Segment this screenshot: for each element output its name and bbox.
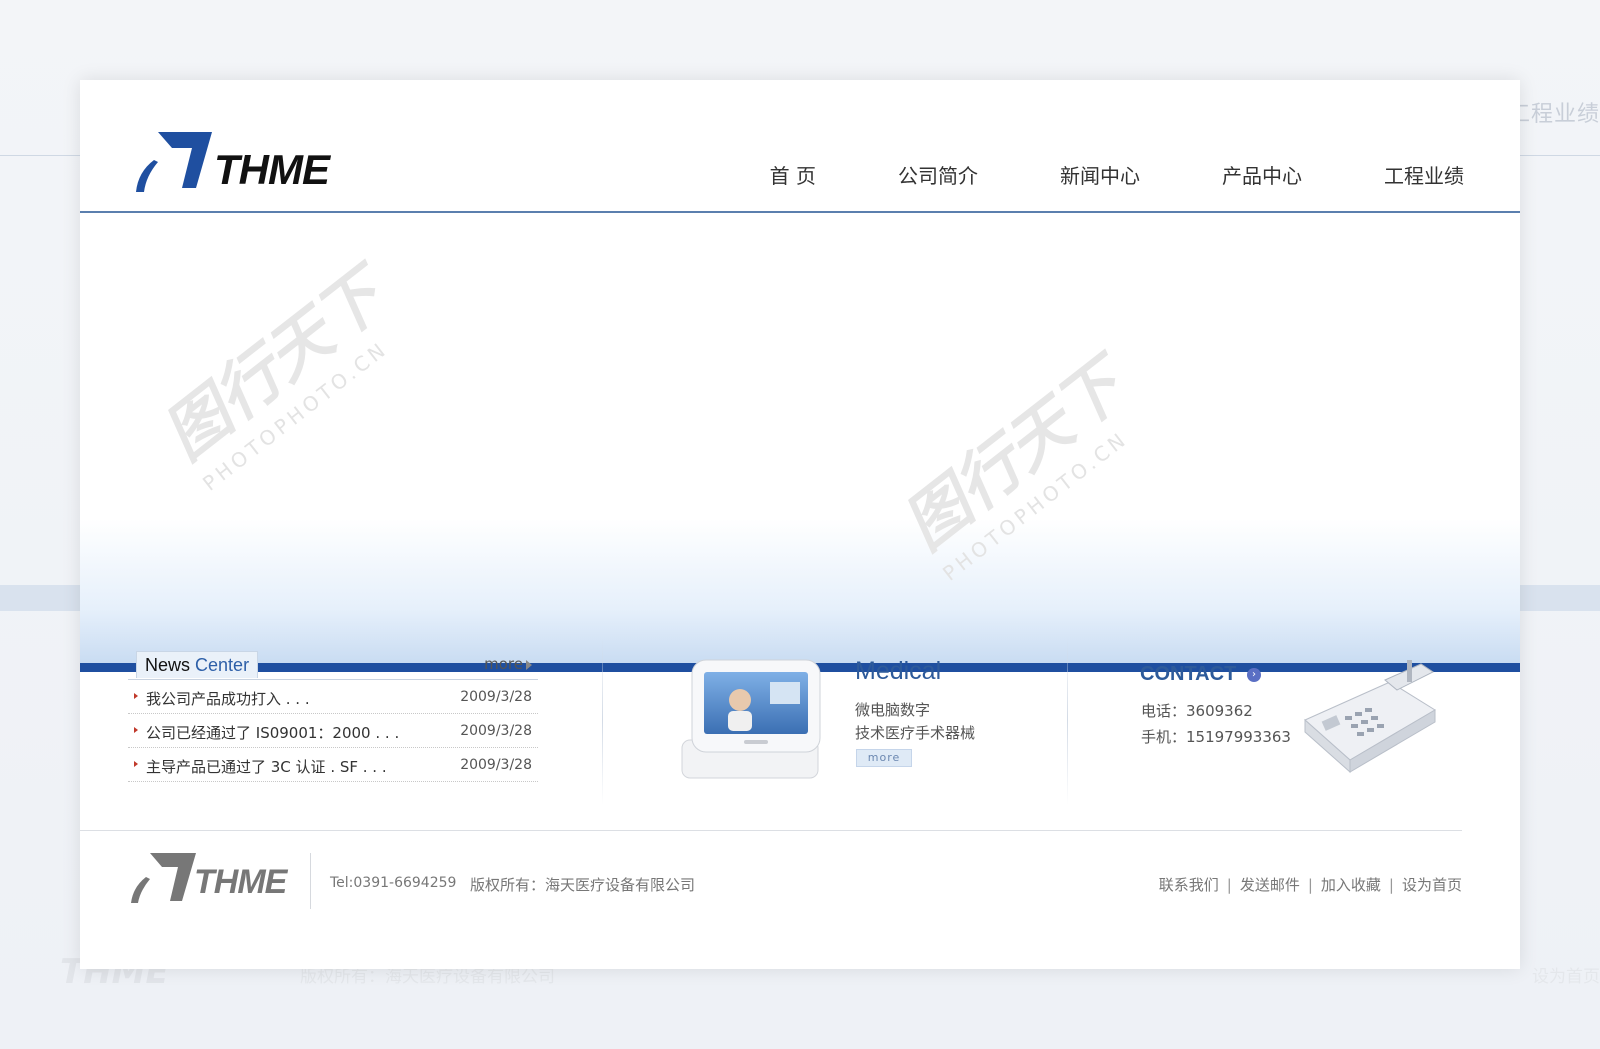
news-title: 我公司产品成功打入 . . . <box>146 690 310 708</box>
main-nav: 首 页 公司简介 新闻中心 产品中心 工程业绩 <box>688 160 1464 189</box>
footer-logo[interactable]: THME <box>128 853 308 909</box>
contact-phone: 电话：3609362 <box>1141 702 1253 720</box>
news-list: 我公司产品成功打入 . . . 2009/3/28 公司已经通过了 IS0900… <box>128 680 538 782</box>
footer-link-email[interactable]: 发送邮件 <box>1240 876 1300 894</box>
nav-item-about[interactable]: 公司简介 <box>898 160 978 189</box>
news-title: 主导产品已通过了 3C 认证 . SF . . . <box>146 758 387 776</box>
logo-mark-icon <box>131 853 196 903</box>
news-row[interactable]: 公司已经通过了 IS09001：2000 . . . 2009/3/28 <box>128 714 538 748</box>
column-separator <box>1067 635 1068 805</box>
watermark-2: 图行天下 PHOTOPHOTO.CN <box>881 336 1154 585</box>
header: THME 首 页 公司简介 新闻中心 产品中心 工程业绩 <box>80 80 1520 213</box>
footer-logo-text: THME <box>194 863 287 901</box>
site-logo[interactable]: THME <box>132 132 342 198</box>
news-more-link[interactable]: more <box>484 655 532 673</box>
column-separator <box>602 635 603 805</box>
nav-item-projects[interactable]: 工程业绩 <box>1384 160 1464 189</box>
footer-logo-divider <box>310 853 311 909</box>
footer-tel: Tel:0391-6694259 <box>330 875 457 891</box>
footer-link-separator: | <box>1388 876 1394 894</box>
logo-mark-icon <box>136 132 212 192</box>
nav-item-news[interactable]: 新闻中心 <box>1060 160 1140 189</box>
bullet-icon <box>134 761 138 767</box>
medical-device-image <box>681 659 821 779</box>
footer-link-homepage[interactable]: 设为首页 <box>1402 876 1462 894</box>
footer-link-separator: | <box>1307 876 1313 894</box>
news-tab-label-part1: News <box>145 655 191 675</box>
news-date: 2009/3/28 <box>460 757 532 773</box>
page-card: THME 首 页 公司简介 新闻中心 产品中心 工程业绩 图行天下 PHOTOP… <box>80 80 1520 969</box>
backdrop-link-ghost: 设为首页 <box>1532 967 1600 987</box>
arrow-circle-icon[interactable]: › <box>1247 668 1261 682</box>
backdrop-nav-ghost: 工程业绩 <box>1507 102 1600 127</box>
news-tab-label-part2: Center <box>195 655 250 675</box>
news-center: News Center more 我公司产品成功打入 . . . 2009/3/… <box>128 649 538 782</box>
news-more-label: more <box>484 655 523 673</box>
medical-description-line1: 微电脑数字 <box>855 701 931 719</box>
medical-more-button[interactable]: more <box>856 749 912 767</box>
nav-item-products[interactable]: 产品中心 <box>1222 160 1302 189</box>
footer-divider <box>80 830 1462 831</box>
bullet-icon <box>134 727 138 733</box>
news-date: 2009/3/28 <box>460 723 532 739</box>
footer-copyright: 版权所有：海天医疗设备有限公司 <box>470 876 696 894</box>
footer-link-separator: | <box>1226 876 1232 894</box>
nav-item-home[interactable]: 首 页 <box>770 160 816 189</box>
play-arrow-icon <box>526 659 532 670</box>
medical-title: Medical <box>855 657 942 685</box>
news-title: 公司已经通过了 IS09001：2000 . . . <box>146 724 400 742</box>
logo-text: THME <box>214 146 330 193</box>
news-date: 2009/3/28 <box>460 689 532 705</box>
footer-links: 联系我们 | 发送邮件 | 加入收藏 | 设为首页 <box>1159 874 1462 895</box>
contact-title: CONTACT <box>1140 663 1237 685</box>
telephone-image <box>1304 660 1436 774</box>
footer-link-bookmark[interactable]: 加入收藏 <box>1321 876 1381 894</box>
hero-banner: 图行天下 PHOTOPHOTO.CN 图行天下 PHOTOPHOTO.CN <box>80 213 1520 663</box>
news-header: News Center more <box>128 649 538 680</box>
footer-link-contact[interactable]: 联系我们 <box>1159 876 1219 894</box>
medical-description-line2: 技术医疗手术器械 <box>855 724 976 742</box>
contact-mobile: 手机：15197993363 <box>1141 728 1291 746</box>
news-tab: News Center <box>136 651 259 678</box>
watermark-1: 图行天下 PHOTOPHOTO.CN <box>141 246 414 495</box>
bullet-icon <box>134 693 138 699</box>
news-row[interactable]: 主导产品已通过了 3C 认证 . SF . . . 2009/3/28 <box>128 748 538 782</box>
news-row[interactable]: 我公司产品成功打入 . . . 2009/3/28 <box>128 680 538 714</box>
